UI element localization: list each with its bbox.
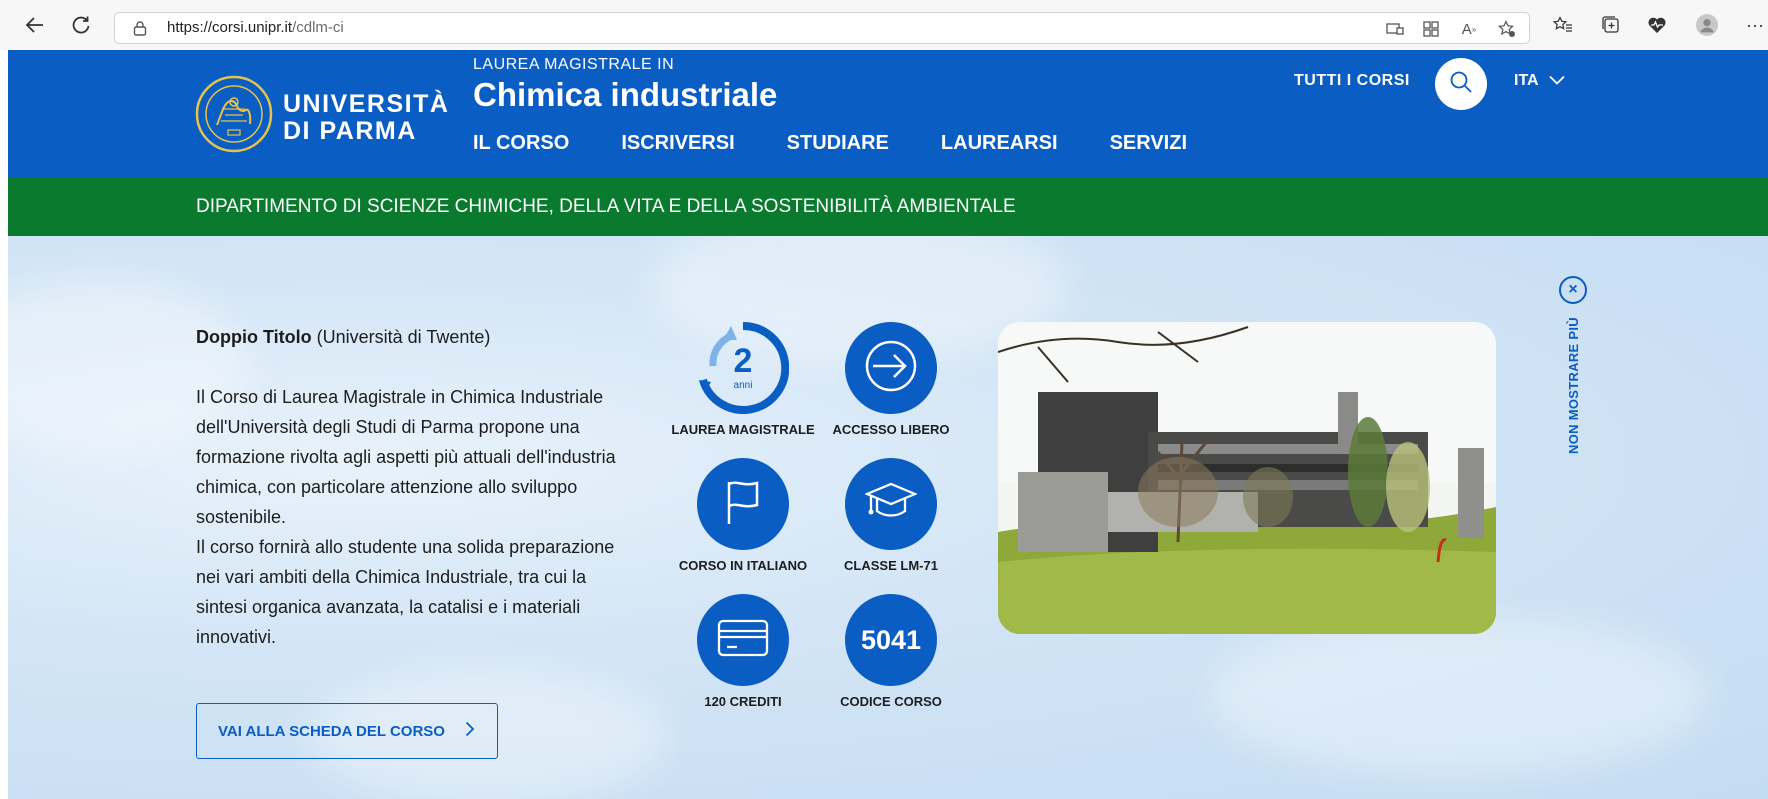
language-circle (697, 458, 789, 550)
class-label: CLASSE LM-71 (844, 558, 938, 573)
graduation-cap-icon (864, 482, 918, 527)
description-paragraph: Il corso fornirà allo studente una solid… (196, 537, 615, 647)
menu-item-studiare[interactable]: STUDIARE (787, 132, 889, 155)
profile-avatar-icon[interactable] (1696, 14, 1718, 36)
feature-code: 5041 CODICE CORSO (816, 594, 966, 709)
page: UNIVERSITÀ DI PARMA LAUREA MAGISTRALE IN… (8, 50, 1768, 799)
address-bar[interactable]: https://corsi.unipr.it/cdlm-ci A» (114, 12, 1530, 44)
feature-language: CORSO IN ITALIANO (668, 458, 818, 573)
duration-unit: anni (734, 380, 753, 391)
double-degree-partner: (Università di Twente) (311, 327, 491, 347)
menu-item-iscriversi[interactable]: ISCRIVERSI (621, 132, 734, 155)
duration-badge-icon: 2 anni (697, 322, 789, 414)
language-label: ITA (1514, 72, 1539, 89)
feature-duration: 2 anni LAUREA MAGISTRALE (668, 322, 818, 437)
browser-toolbar: https://corsi.unipr.it/cdlm-ci A» ··· (0, 0, 1768, 50)
course-details-label: VAI ALLA SCHEDA DEL CORSO (218, 722, 445, 740)
feature-access: ACCESSO LIBERO (816, 322, 966, 437)
course-title[interactable]: Chimica industriale (473, 76, 777, 114)
department-bar: DIPARTIMENTO DI SCIENZE CHIMICHE, DELLA … (8, 178, 1768, 236)
course-prefix: LAUREA MAGISTRALE IN (473, 56, 675, 73)
search-button[interactable] (1435, 58, 1487, 110)
campus-building-photo (998, 322, 1496, 634)
browser-essentials-icon[interactable] (1646, 14, 1668, 36)
feature-class: CLASSE LM-71 (816, 458, 966, 573)
refresh-icon[interactable] (68, 12, 94, 38)
app-available-icon[interactable] (1421, 19, 1441, 39)
course-details-button[interactable]: VAI ALLA SCHEDA DEL CORSO (196, 703, 498, 759)
feature-credits: 120 CREDITI (668, 594, 818, 709)
department-name[interactable]: DIPARTIMENTO DI SCIENZE CHIMICHE, DELLA … (196, 196, 1016, 218)
access-label: ACCESSO LIBERO (832, 422, 950, 437)
lock-icon (133, 20, 147, 41)
credits-label: 120 CREDITI (704, 694, 782, 709)
course-code-label: CODICE CORSO (840, 694, 942, 709)
duration-label: LAUREA MAGISTRALE (671, 422, 815, 437)
menu-item-il-corso[interactable]: IL CORSO (473, 132, 569, 155)
class-circle (845, 458, 937, 550)
menu-item-servizi[interactable]: SERVIZI (1110, 132, 1187, 155)
url-text: https://corsi.unipr.it/cdlm-ci (167, 19, 344, 36)
read-mode-icon[interactable] (1385, 19, 1405, 39)
university-logo-text[interactable]: UNIVERSITÀ DI PARMA (283, 91, 449, 145)
duration-number: 2 (734, 342, 753, 380)
credits-circle (697, 594, 789, 686)
read-aloud-icon[interactable]: A» (1459, 19, 1479, 39)
language-selector[interactable]: ITA (1514, 72, 1565, 90)
flag-icon (721, 478, 765, 531)
all-courses-link[interactable]: TUTTI I CORSI (1294, 72, 1410, 90)
enter-arrow-icon (861, 336, 921, 401)
main-menu: IL CORSO ISCRIVERSI STUDIARE LAUREARSI S… (473, 132, 1187, 155)
course-description: Il Corso di Laurea Magistrale in Chimica… (196, 382, 626, 652)
course-code-value: 5041 (860, 624, 922, 655)
back-icon[interactable] (22, 12, 48, 38)
menu-item-laurearsi[interactable]: LAUREARSI (941, 132, 1058, 155)
close-icon[interactable]: × (1559, 276, 1587, 304)
background-blur (1208, 616, 1708, 776)
course-hero: Doppio Titolo (Università di Twente) Il … (8, 236, 1768, 799)
add-favorite-icon[interactable] (1497, 19, 1517, 39)
language-course-label: CORSO IN ITALIANO (678, 558, 808, 573)
collections-icon[interactable] (1600, 14, 1622, 36)
chevron-right-icon (465, 721, 475, 741)
credit-card-icon (717, 619, 769, 662)
double-degree-title: Doppio Titolo (196, 327, 312, 347)
description-paragraph: Il Corso di Laurea Magistrale in Chimica… (196, 387, 616, 527)
code-circle: 5041 (845, 594, 937, 686)
double-degree-note: Doppio Titolo (Università di Twente) (196, 322, 626, 352)
university-seal-icon[interactable] (195, 75, 273, 158)
more-icon[interactable]: ··· (1744, 14, 1766, 36)
favorites-icon[interactable] (1552, 14, 1574, 36)
site-header: UNIVERSITÀ DI PARMA LAUREA MAGISTRALE IN… (8, 50, 1768, 178)
chevron-down-icon (1548, 72, 1565, 90)
dont-show-again-link[interactable]: NON MOSTRARE PIÙ (1566, 314, 1586, 454)
dont-show-again-label: NON MOSTRARE PIÙ (1566, 317, 1581, 454)
access-circle (845, 322, 937, 414)
search-icon (1449, 70, 1473, 99)
